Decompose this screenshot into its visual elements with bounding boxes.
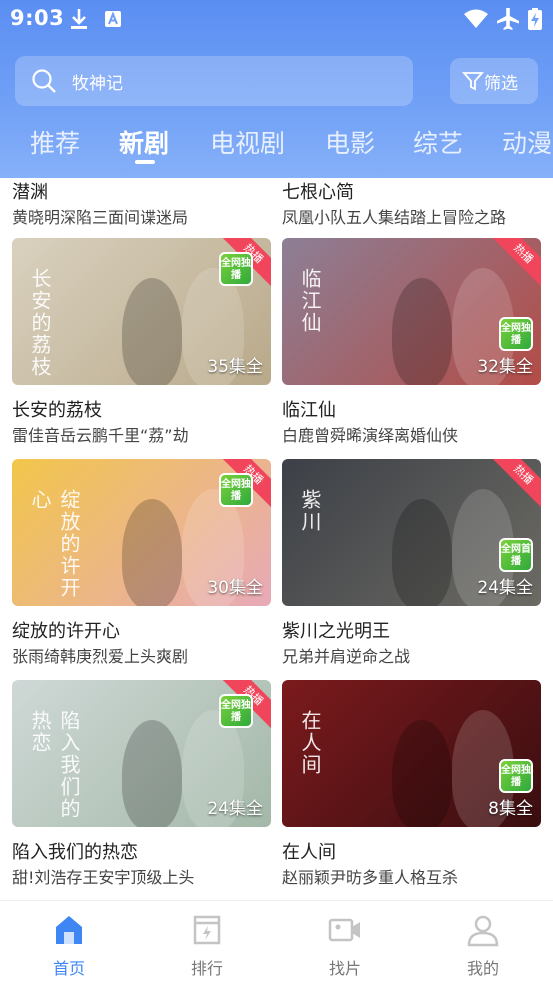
tab-anime[interactable]: 动漫: [502, 124, 552, 160]
episode-count: 24集全: [207, 799, 263, 819]
drama-card[interactable]: 陷入我们的热恋 热播 全网独播 24集全 陷入我们的热恋 甜!刘浩存王安宇顶级上头: [12, 680, 271, 890]
app-store-notification-icon: [103, 7, 123, 31]
drama-card[interactable]: 绽放的许开心 热播 全网独播 30集全 绽放的许开心 张雨绮韩庚烈爱上头爽剧: [12, 459, 271, 669]
user-icon: [466, 913, 500, 947]
poster-title-art: 绽放的许开心: [28, 489, 81, 599]
top-header: 9:03 牧神记 筛选 推荐 新剧 电视剧 电影 综艺 动漫: [0, 0, 553, 178]
episode-count: 35集全: [207, 357, 263, 377]
card-subtitle: 凤凰小队五人集结踏上冒险之路: [282, 208, 507, 227]
nav-ranking[interactable]: 排行: [138, 901, 276, 984]
poster-thumbnail[interactable]: 在人间全网独播 8集全: [282, 680, 541, 827]
exclusive-badge: 全网独播: [499, 317, 533, 351]
poster-thumbnail[interactable]: 长安的荔枝 热播 全网独播 35集全: [12, 238, 271, 385]
exclusive-badge: 全网独播: [219, 473, 253, 507]
status-time: 9:03: [10, 6, 65, 30]
drama-card[interactable]: 长安的荔枝 热播 全网独播 35集全 长安的荔枝 雷佳音岳云鹏千里“荔”劫: [12, 238, 271, 448]
poster-figure: [122, 499, 182, 606]
download-icon: [68, 7, 90, 31]
poster-thumbnail[interactable]: 临江仙 热播 全网独播 32集全: [282, 238, 541, 385]
episode-count: 32集全: [477, 357, 533, 377]
poster-thumbnail[interactable]: 绽放的许开心 热播 全网独播 30集全: [12, 459, 271, 606]
drama-card[interactable]: 在人间 全网独播 8集全 在人间 赵丽颖尹昉多重人格互杀: [282, 680, 541, 890]
ranking-icon: [190, 913, 224, 947]
wifi-icon: [463, 7, 489, 31]
card-title: 长安的荔枝: [12, 400, 102, 421]
card-subtitle: 雷佳音岳云鹏千里“荔”劫: [12, 426, 189, 445]
nav-find-films[interactable]: 找片: [276, 901, 414, 984]
nav-label: 找片: [328, 959, 361, 978]
episode-count: 8集全: [488, 799, 533, 819]
card-title: 临江仙: [282, 400, 336, 421]
battery-charging-icon: [527, 7, 543, 31]
tab-variety[interactable]: 综艺: [413, 124, 463, 160]
poster-figure: [392, 499, 452, 606]
nav-label: 我的: [466, 959, 499, 978]
drama-card[interactable]: 紫川 热播 全网首播 24集全 紫川之光明王 兄弟并肩逆命之战: [282, 459, 541, 669]
tab-tv-series[interactable]: 电视剧: [210, 124, 285, 160]
tab-movies[interactable]: 电影: [325, 124, 375, 160]
card-subtitle: 甜!刘浩存王安宇顶级上头: [12, 868, 195, 887]
home-icon: [52, 913, 86, 947]
poster-title-art: 在人间: [298, 710, 322, 776]
poster-figure: [392, 278, 452, 385]
card-subtitle: 赵丽颖尹昉多重人格互杀: [282, 868, 459, 887]
poster-figure: [122, 278, 182, 385]
search-input[interactable]: 牧神记: [15, 56, 413, 106]
video-camera-icon: [328, 913, 362, 947]
tab-recommend[interactable]: 推荐: [30, 124, 80, 160]
tab-new-drama[interactable]: 新剧: [119, 124, 169, 160]
exclusive-badge: 全网独播: [499, 759, 533, 793]
episode-count: 24集全: [477, 578, 533, 598]
filter-label: 筛选: [484, 74, 518, 94]
nav-label: 排行: [190, 959, 223, 978]
list-item[interactable]: 潜渊 黄晓明深陷三面间谍迷局: [12, 178, 271, 230]
card-subtitle: 白鹿曾舜晞演绎离婚仙侠: [282, 426, 459, 445]
poster-title-art: 临江仙: [298, 268, 322, 334]
category-tabs: 推荐 新剧 电视剧 电影 综艺 动漫: [0, 118, 553, 178]
card-subtitle: 兄弟并肩逆命之战: [282, 647, 411, 666]
card-title: 绽放的许开心: [12, 621, 120, 642]
filter-button[interactable]: 筛选: [450, 58, 538, 104]
nav-label: 首页: [52, 959, 85, 978]
episode-count: 30集全: [207, 578, 263, 598]
card-title: 陷入我们的热恋: [12, 842, 138, 863]
card-subtitle: 黄晓明深陷三面间谍迷局: [12, 208, 189, 227]
airplane-mode-icon: [495, 7, 521, 31]
poster-title-art: 陷入我们的热恋: [28, 710, 81, 820]
exclusive-badge: 全网独播: [219, 252, 253, 286]
poster-figure: [392, 720, 452, 827]
poster-figure: [122, 720, 182, 827]
poster-thumbnail[interactable]: 陷入我们的热恋 热播 全网独播 24集全: [12, 680, 271, 827]
card-title: 潜渊: [12, 182, 48, 203]
search-placeholder: 牧神记: [72, 74, 123, 94]
active-tab-indicator: [135, 160, 155, 164]
bottom-navigation: 首页 排行 找片 我的: [0, 900, 553, 984]
card-title: 紫川之光明王: [282, 621, 390, 642]
search-icon: [31, 68, 57, 98]
nav-profile[interactable]: 我的: [414, 901, 552, 984]
drama-card[interactable]: 临江仙 热播 全网独播 32集全 临江仙 白鹿曾舜晞演绎离婚仙侠: [282, 238, 541, 448]
poster-title-art: 紫川: [298, 489, 322, 533]
list-item[interactable]: 七根心简 凤凰小队五人集结踏上冒险之路: [282, 178, 541, 230]
card-title: 七根心简: [282, 182, 354, 203]
poster-thumbnail[interactable]: 紫川 热播 全网首播 24集全: [282, 459, 541, 606]
nav-home[interactable]: 首页: [0, 901, 138, 984]
poster-title-art: 长安的荔枝: [28, 268, 52, 378]
filter-icon: [462, 70, 484, 96]
status-bar: 9:03: [0, 0, 553, 40]
card-subtitle: 张雨绮韩庚烈爱上头爽剧: [12, 647, 189, 666]
card-title: 在人间: [282, 842, 336, 863]
drama-list: 潜渊 黄晓明深陷三面间谍迷局 七根心简 凤凰小队五人集结踏上冒险之路 长安的荔枝…: [0, 178, 553, 900]
exclusive-badge: 全网首播: [499, 538, 533, 572]
exclusive-badge: 全网独播: [219, 694, 253, 728]
